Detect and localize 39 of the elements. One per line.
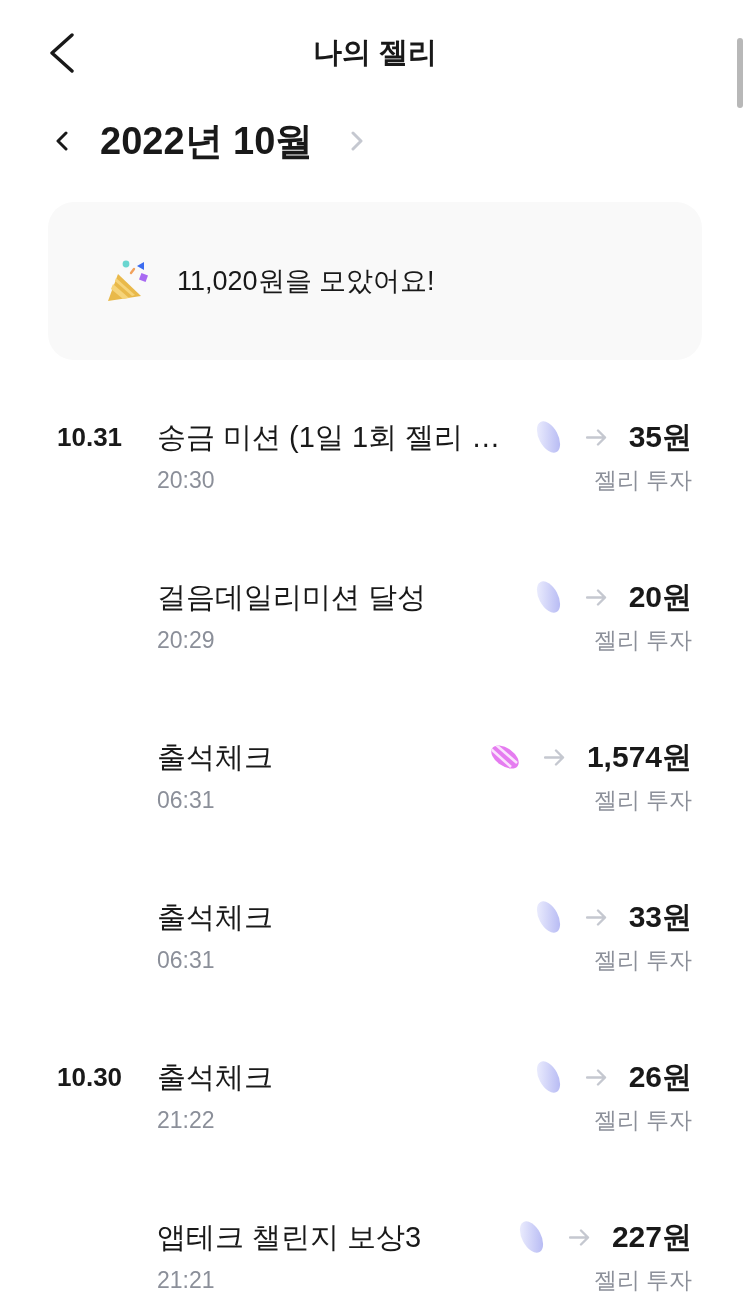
entry-title: 출석체크 [157,742,273,772]
summary-text: 11,020원을 모았어요! [177,267,435,295]
entry-title: 출석체크 [157,1062,273,1092]
entry-amount: 26원 [628,1062,692,1092]
month-title: 2022년 10월 [100,122,314,160]
date-label: 10.31 [57,424,123,450]
entry-time: 06:31 [157,948,215,972]
entry-amount: 33원 [628,902,692,932]
entry-title: 송금 미션 (1일 1회 젤리 … [157,422,501,452]
arrow-right-icon [585,588,607,606]
arrow-right-icon [543,748,565,766]
entry-note: 젤리 투자 [593,468,692,492]
scrollbar-thumb [737,38,743,108]
entry-amount: 227원 [611,1222,692,1252]
previous-month-button[interactable] [56,131,68,151]
entry-note: 젤리 투자 [593,1108,692,1132]
back-button[interactable] [50,33,74,73]
entry-time: 20:30 [157,468,215,492]
entry-note: 젤리 투자 [593,948,692,972]
arrow-right-icon [568,1228,590,1246]
entry-title: 출석체크 [157,902,273,932]
entry-time: 06:31 [157,788,215,812]
entry-amount: 20원 [628,582,692,612]
entry-amount: 1,574원 [586,742,692,772]
entry-time: 21:21 [157,1268,215,1292]
entry-amount: 35원 [628,422,692,452]
entry-note: 젤리 투자 [593,1268,692,1292]
date-label: 10.30 [57,1064,123,1090]
entry-note: 젤리 투자 [593,628,692,652]
arrow-right-icon [585,1068,607,1086]
entry-title: 걸음데일리미션 달성 [157,582,427,612]
entry-time: 21:22 [157,1108,215,1132]
page-title: 나의 젤리 [312,37,438,67]
arrow-right-icon [585,908,607,926]
entry-title: 앱테크 챌린지 보상3 [157,1222,422,1252]
arrow-right-icon [585,428,607,446]
party-popper-icon [105,260,149,302]
entry-note: 젤리 투자 [593,788,692,812]
entry-time: 20:29 [157,628,215,652]
